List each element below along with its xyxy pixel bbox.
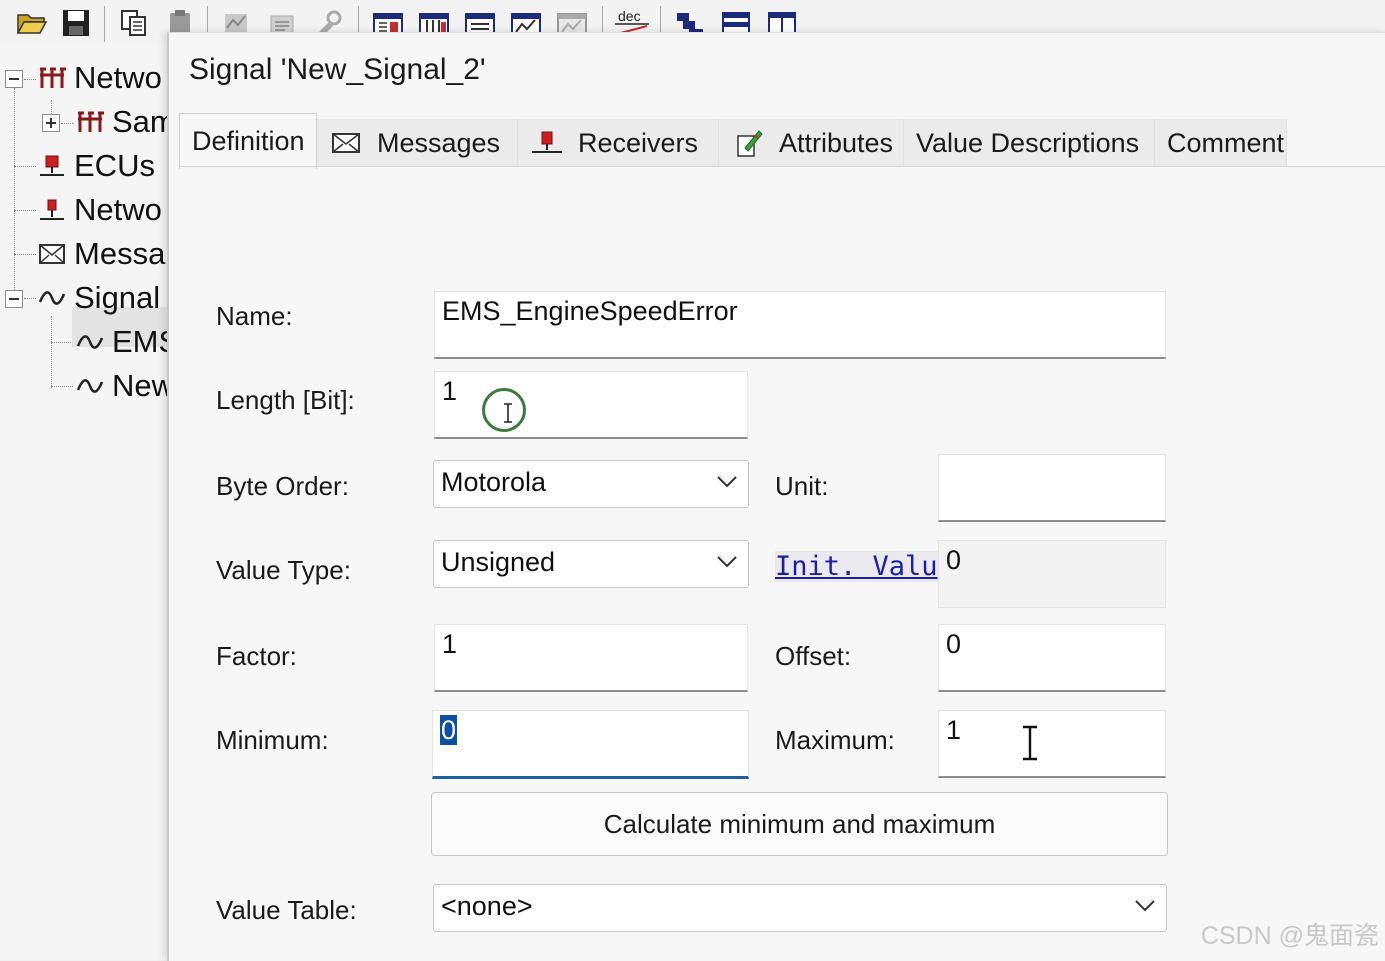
- byte-order-label: Byte Order:: [216, 471, 349, 501]
- tree-item-label: EMS: [112, 324, 167, 359]
- unit-label: Unit:: [775, 471, 829, 501]
- ecu-icon: [36, 150, 68, 182]
- chevron-down-icon: [717, 556, 737, 568]
- text-cursor-icon: [1023, 725, 1037, 761]
- tab-label: Receivers: [578, 127, 699, 158]
- length-field[interactable]: 1: [434, 371, 748, 439]
- byte-order-select[interactable]: Motorola: [433, 460, 749, 508]
- tab-label: Attributes: [779, 127, 894, 158]
- tree-item-signals[interactable]: Signal: [36, 278, 160, 318]
- value-table-select[interactable]: <none>: [433, 884, 1167, 932]
- unit-field[interactable]: [938, 454, 1166, 522]
- signal-icon: [74, 370, 106, 402]
- tree-item-label: Messa: [74, 236, 166, 271]
- tree-item-ecus[interactable]: ECUs: [36, 146, 155, 186]
- factor-field[interactable]: 1: [434, 624, 748, 692]
- tab-value-descriptions[interactable]: Value Descriptions: [904, 119, 1155, 167]
- signal-icon: [74, 326, 106, 358]
- tab-comment[interactable]: Comment: [1155, 119, 1287, 167]
- maximum-field[interactable]: 1: [938, 710, 1166, 778]
- value-type-value: Unsigned: [441, 547, 556, 577]
- node-icon: [36, 194, 68, 226]
- tree-item-networks[interactable]: Netwo: [36, 58, 162, 98]
- offset-label: Offset:: [775, 641, 852, 671]
- collapse-signals-icon[interactable]: [5, 290, 23, 308]
- tab-messages[interactable]: Messages: [317, 119, 518, 167]
- signal-dialog: Signal 'New_Signal_2' Definition Message…: [167, 32, 1385, 961]
- chevron-down-icon: [1135, 900, 1155, 912]
- tree-item-label: Netwo: [74, 192, 162, 227]
- watermark: CSDN @鬼面瓷: [1200, 922, 1379, 950]
- tree-item-network-nodes[interactable]: Netwo: [36, 190, 162, 230]
- tree-item-signal-ems[interactable]: EMS: [74, 322, 167, 362]
- tree-item-label: ECUs: [74, 148, 155, 183]
- value-table-value: <none>: [441, 891, 533, 921]
- value-table-label: Value Table:: [216, 895, 357, 925]
- minimum-field[interactable]: 0: [432, 710, 749, 779]
- edit-attributes-icon: [731, 128, 765, 158]
- value-type-select[interactable]: Unsigned: [433, 540, 749, 588]
- save-icon[interactable]: [58, 6, 94, 40]
- tab-definition[interactable]: Definition: [179, 113, 317, 169]
- chevron-down-icon: [717, 476, 737, 488]
- maximum-label: Maximum:: [775, 725, 895, 755]
- tree-item-label: Sam: [112, 104, 167, 139]
- init-value-field[interactable]: 0: [938, 540, 1166, 608]
- offset-field[interactable]: 0: [938, 624, 1166, 692]
- dec-label: dec: [618, 8, 641, 24]
- message-icon: [36, 238, 68, 270]
- collapse-networks-icon[interactable]: [5, 70, 23, 88]
- init-value-link[interactable]: Init. Valu: [775, 551, 938, 582]
- open-folder-icon[interactable]: [14, 6, 50, 40]
- expand-sample-icon[interactable]: [42, 114, 60, 132]
- minimum-label: Minimum:: [216, 725, 329, 755]
- name-label: Name:: [216, 301, 293, 331]
- tab-label: Value Descriptions: [916, 127, 1140, 158]
- name-field[interactable]: EMS_EngineSpeedError: [434, 291, 1166, 359]
- factor-label: Factor:: [216, 641, 297, 671]
- tree-item-label: Netwo: [74, 60, 162, 95]
- envelope-icon: [329, 128, 363, 158]
- tree-view: Netwo Sam ECUs Netwo Messa Signal EM New: [0, 44, 167, 960]
- network-icon: [36, 62, 68, 94]
- tree-item-sample[interactable]: Sam: [74, 102, 167, 142]
- length-label: Length [Bit]:: [216, 385, 355, 415]
- tab-label: Definition: [192, 126, 305, 156]
- tab-attributes[interactable]: Attributes: [719, 119, 904, 167]
- tab-label: Comment: [1167, 127, 1285, 158]
- ecu-icon: [530, 128, 564, 158]
- tab-label: Messages: [377, 127, 501, 158]
- tree-item-messages[interactable]: Messa: [36, 234, 165, 274]
- tree-item-signal-new[interactable]: New: [74, 366, 167, 406]
- text-cursor-icon: [504, 403, 512, 423]
- tree-item-label: New: [112, 368, 167, 403]
- minimum-value-selected: 0: [440, 715, 458, 745]
- tree-item-label: Signal: [74, 280, 161, 315]
- calculate-min-max-button[interactable]: Calculate minimum and maximum: [431, 792, 1168, 856]
- signal-icon: [36, 282, 68, 314]
- dialog-title: Signal 'New_Signal_2': [189, 53, 486, 86]
- network-icon: [74, 106, 106, 138]
- copy-icon[interactable]: [116, 6, 152, 40]
- byte-order-value: Motorola: [441, 467, 547, 497]
- value-type-label: Value Type:: [216, 555, 351, 585]
- tab-receivers[interactable]: Receivers: [518, 119, 719, 167]
